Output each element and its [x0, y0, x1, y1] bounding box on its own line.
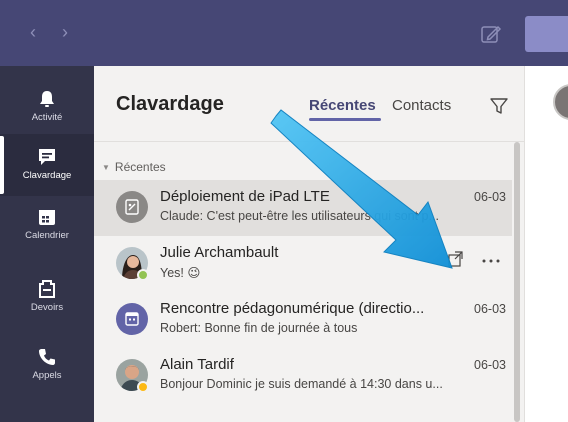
- bell-icon: [40, 91, 54, 107]
- row-actions: [448, 251, 500, 267]
- chat-item-rencontre[interactable]: Rencontre pédagonumérique (directio... 0…: [94, 292, 512, 348]
- rail-item-activity[interactable]: Activité: [0, 76, 94, 138]
- phone-icon: [39, 349, 55, 365]
- tab-recent[interactable]: Récentes: [309, 97, 376, 114]
- back-button[interactable]: ‹: [30, 22, 36, 42]
- page-title: Clavardage: [116, 93, 224, 115]
- chat-name: Déploiement de iPad LTE: [160, 188, 330, 205]
- search-box[interactable]: [525, 16, 568, 52]
- chat-preview: Bonjour Dominic je suis demandé à 14:30 …: [160, 377, 443, 391]
- meeting-icon: [116, 303, 148, 335]
- status-away-icon: [137, 381, 149, 393]
- forward-button[interactable]: ›: [62, 22, 68, 42]
- active-tab-indicator: [309, 118, 381, 121]
- title-bar: ‹ ›: [0, 0, 568, 66]
- chat-preview: Claude: C'est peut-être les utilisateurs…: [160, 209, 439, 223]
- panel-header: Clavardage Récentes Contacts: [94, 66, 524, 142]
- chat-date: 06-03: [474, 302, 506, 316]
- rail-label-activity: Activité: [31, 112, 63, 123]
- assignments-icon: [39, 280, 55, 298]
- group-chat-icon: [116, 191, 148, 223]
- conversation-pane: [524, 66, 568, 422]
- scrollbar-thumb[interactable]: [514, 142, 520, 422]
- rail-label-calendar: Calendrier: [25, 230, 69, 241]
- chat-preview: Robert: Bonne fin de journée à tous: [160, 321, 358, 335]
- rail-label-assignments: Devoirs: [30, 302, 64, 313]
- chat-date: 06-03: [474, 358, 506, 372]
- chat-name: Julie Archambault: [160, 244, 279, 261]
- chat-name: Rencontre pédagonumérique (directio...: [160, 300, 425, 317]
- section-recent[interactable]: ▼ Récentes: [102, 160, 166, 174]
- chat-list-panel: Clavardage Récentes Contacts ▼ Récentes D…: [94, 66, 524, 422]
- tab-contacts[interactable]: Contacts: [392, 97, 451, 114]
- chat-item-ipad-lte[interactable]: Déploiement de iPad LTE 06-03 Claude: C'…: [94, 180, 512, 236]
- scrollbar[interactable]: [514, 142, 522, 422]
- rail-item-calendar[interactable]: Calendrier: [0, 194, 94, 256]
- chat-item-julie[interactable]: Julie Archambault Yes! 😉: [94, 236, 512, 292]
- chat-item-alain[interactable]: Alain Tardif 06-03 Bonjour Dominic je su…: [94, 348, 512, 404]
- section-label: Récentes: [114, 160, 166, 174]
- chat-name: Alain Tardif: [160, 356, 234, 373]
- status-available-icon: [137, 269, 149, 281]
- app-rail: Activité Clavardage Calendrier Devoirs A…: [0, 66, 94, 422]
- pop-out-icon[interactable]: [448, 251, 463, 267]
- calendar-icon: [39, 210, 55, 225]
- chat-icon: [39, 149, 55, 165]
- chat-date: 06-03: [474, 190, 506, 204]
- rail-item-assignments[interactable]: Devoirs: [0, 266, 94, 328]
- conversation-avatar: [553, 84, 568, 120]
- filter-icon[interactable]: [489, 96, 509, 116]
- rail-item-chat[interactable]: Clavardage: [0, 134, 94, 196]
- rail-item-calls[interactable]: Appels: [0, 334, 94, 396]
- more-options-icon[interactable]: [482, 259, 500, 263]
- rail-label-chat: Clavardage: [22, 170, 72, 181]
- chevron-down-icon: ▼: [102, 163, 110, 172]
- compose-icon[interactable]: [480, 23, 502, 45]
- rail-label-calls: Appels: [32, 370, 62, 381]
